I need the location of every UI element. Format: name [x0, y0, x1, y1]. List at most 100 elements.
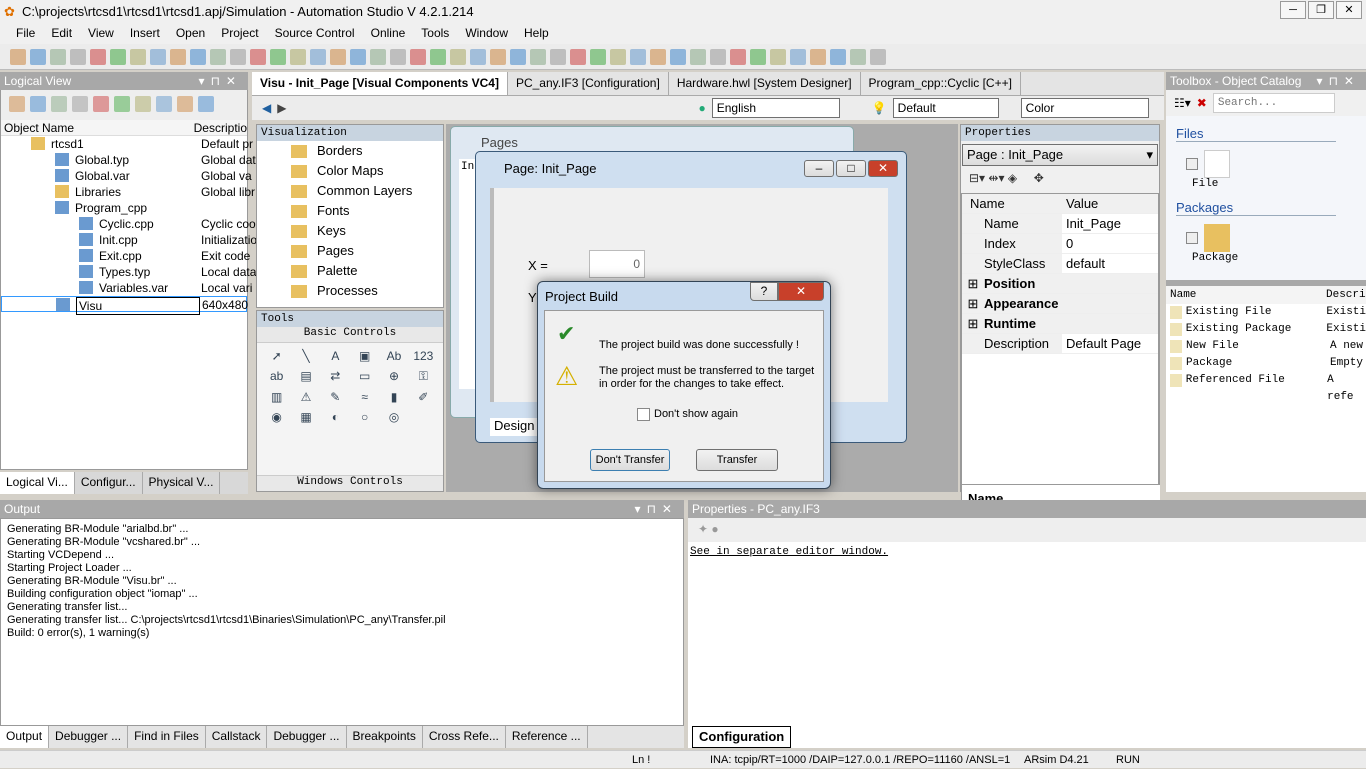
toolbar-button-icon[interactable]	[170, 48, 186, 65]
filter-icon[interactable]: ✖	[1197, 96, 1207, 110]
minimize-button[interactable]: –	[804, 160, 834, 177]
property-row[interactable]: Index 0	[962, 234, 1158, 254]
logical-toolbar-icon[interactable]	[177, 96, 193, 112]
tool-control-icon[interactable]: ◎	[382, 410, 405, 424]
toolbar-button-icon[interactable]	[290, 48, 306, 65]
toolbar-button-icon[interactable]	[610, 48, 626, 65]
toolbar-button-icon[interactable]	[670, 48, 686, 65]
logical-toolbar-icon[interactable]	[135, 96, 151, 112]
logical-toolbar-icon[interactable]	[72, 96, 88, 112]
catalog-item[interactable]: Existing File Existi	[1166, 304, 1366, 321]
tab-logical[interactable]: Logical Vi...	[0, 472, 75, 494]
editor-tab[interactable]: PC_any.IF3 [Configuration]	[508, 72, 669, 95]
tool-control-icon[interactable]: ◉	[265, 410, 288, 424]
catalog-item[interactable]: Package Empty	[1166, 355, 1366, 372]
tab-output-6[interactable]: Cross Refe...	[423, 726, 506, 748]
panel-controls[interactable]: ▾⊓✕	[635, 500, 684, 518]
tool-control-icon[interactable]: ✐	[412, 390, 435, 404]
menu-window[interactable]: Window	[457, 26, 516, 40]
editor-tab[interactable]: Hardware.hwl [System Designer]	[669, 72, 861, 95]
tool-control-icon[interactable]: ○	[353, 410, 376, 424]
logical-toolbar-icon[interactable]	[51, 96, 67, 112]
transfer-button[interactable]: Transfer	[696, 449, 778, 471]
logical-toolbar-icon[interactable]	[93, 96, 109, 112]
menu-view[interactable]: View	[80, 26, 122, 40]
toolbar-button-icon[interactable]	[770, 48, 786, 65]
toolbar-button-icon[interactable]	[450, 48, 466, 65]
vis-item-keys[interactable]: Keys	[291, 221, 443, 241]
tool-control-icon[interactable]: ⇄	[324, 369, 347, 384]
logical-toolbar-icon[interactable]	[9, 96, 25, 112]
tool-control-icon[interactable]: ⚠	[294, 390, 317, 404]
toolbar-button-icon[interactable]	[810, 48, 826, 65]
checkbox[interactable]	[1186, 158, 1198, 170]
toolbar-button-icon[interactable]	[350, 48, 366, 65]
tool-control-icon[interactable]: A	[324, 349, 347, 363]
menu-help[interactable]: Help	[516, 26, 557, 40]
toolbar-button-icon[interactable]	[510, 48, 526, 65]
help-button[interactable]: ?	[750, 282, 778, 301]
panel-controls[interactable]: ▾⊓✕	[1317, 72, 1366, 90]
restore-button[interactable]: ❐	[1308, 1, 1334, 19]
toolbar-button-icon[interactable]	[850, 48, 866, 65]
tree-item[interactable]: Global.var Global va	[1, 168, 252, 184]
tool-control-icon[interactable]: ⊕	[382, 369, 405, 384]
toolbar-button-icon[interactable]	[730, 48, 746, 65]
toolbar-button-icon[interactable]	[70, 48, 86, 65]
maximize-button[interactable]: □	[836, 160, 866, 177]
toolbar-button-icon[interactable]	[570, 48, 586, 65]
property-group[interactable]: ⊞ Position	[962, 274, 1158, 294]
tool-control-icon[interactable]: ◐	[324, 410, 347, 424]
toolbar-button-icon[interactable]	[490, 48, 506, 65]
vis-item-color-maps[interactable]: Color Maps	[291, 161, 443, 181]
vis-item-fonts[interactable]: Fonts	[291, 201, 443, 221]
menu-tools[interactable]: Tools	[413, 26, 457, 40]
toolbar-button-icon[interactable]	[250, 48, 266, 65]
menu-insert[interactable]: Insert	[122, 26, 168, 40]
tree-item[interactable]: rtcsd1 Default pr	[1, 136, 253, 152]
catalog-item[interactable]: Referenced File A refe	[1166, 372, 1366, 403]
panel-controls[interactable]: ▾⊓✕	[199, 72, 248, 90]
tree-item[interactable]: Exit.cpp Exit code	[1, 248, 250, 264]
file-icon[interactable]	[1204, 150, 1230, 178]
toolbar-button-icon[interactable]	[390, 48, 406, 65]
logical-toolbar-icon[interactable]	[198, 96, 214, 112]
tab-output-2[interactable]: Find in Files	[128, 726, 206, 748]
view-mode-icon[interactable]: ☷▾	[1174, 96, 1191, 110]
tool-control-icon[interactable]: ▥	[265, 390, 288, 404]
color-select[interactable]: Color	[1020, 98, 1149, 118]
toolbar-button-icon[interactable]	[270, 48, 286, 65]
expand-icon[interactable]: ⊞	[962, 274, 984, 293]
tab-output-4[interactable]: Debugger ...	[267, 726, 347, 748]
toolbar-button-icon[interactable]	[130, 48, 146, 65]
vis-item-pages[interactable]: Pages	[291, 241, 443, 261]
toolbar-button-icon[interactable]	[870, 48, 886, 65]
object-selector[interactable]: Page : Init_Page ▾	[962, 144, 1158, 166]
search-input[interactable]	[1212, 93, 1335, 113]
tab-output-1[interactable]: Debugger ...	[49, 726, 129, 748]
menu-file[interactable]: File	[8, 26, 43, 40]
catalog-item[interactable]: New File A new	[1166, 338, 1366, 355]
menu-online[interactable]: Online	[363, 26, 414, 40]
tool-control-icon[interactable]: Ab	[382, 349, 405, 363]
catalog-item[interactable]: Existing Package Existi	[1166, 321, 1366, 338]
tool-control-icon[interactable]: ▮	[382, 390, 405, 404]
toolbar-button-icon[interactable]	[150, 48, 166, 65]
tool-control-icon[interactable]: ▭	[353, 369, 376, 384]
toolbar-button-icon[interactable]	[690, 48, 706, 65]
vis-item-processes[interactable]: Processes	[291, 281, 443, 301]
logical-toolbar-icon[interactable]	[30, 96, 46, 112]
close-button[interactable]: ✕	[868, 160, 898, 177]
column-description[interactable]: Descriptio	[194, 120, 247, 135]
toolbar-button-icon[interactable]	[530, 48, 546, 65]
tree-item[interactable]: Types.typ Local data	[1, 264, 256, 280]
expand-icon[interactable]: ⊞	[962, 314, 984, 333]
toolbar-button-icon[interactable]	[230, 48, 246, 65]
toolbar-button-icon[interactable]	[630, 48, 646, 65]
tool-control-icon[interactable]: ⚿	[412, 369, 435, 384]
language-select[interactable]: English	[711, 98, 840, 118]
toolbar-button-icon[interactable]	[550, 48, 566, 65]
tree-item[interactable]: Visu 640x480	[1, 296, 248, 315]
toolbar-button-icon[interactable]	[90, 48, 106, 65]
toolbar-button-icon[interactable]	[710, 48, 726, 65]
